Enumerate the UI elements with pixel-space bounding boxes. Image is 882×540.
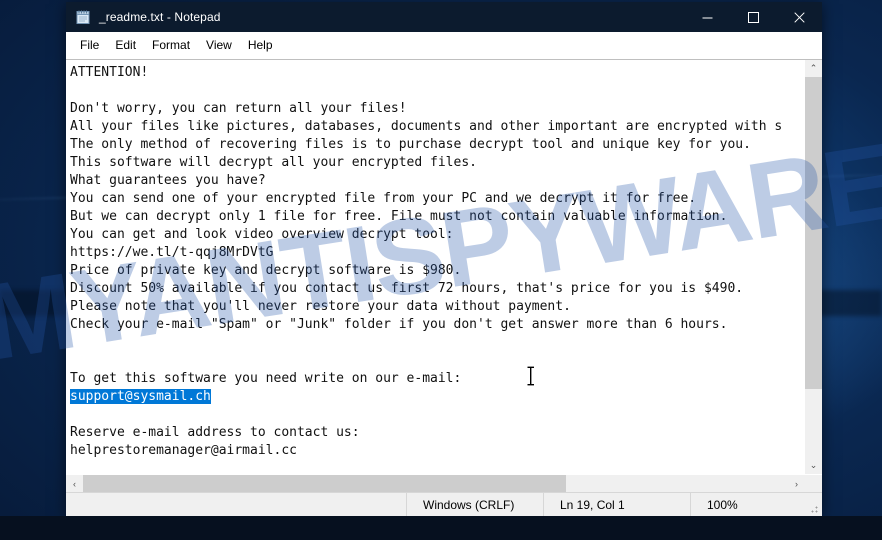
text-line: To get this software you need write on o… xyxy=(70,371,462,386)
scrollbar-corner xyxy=(805,475,822,492)
scroll-left-button[interactable]: ‹ xyxy=(66,475,83,492)
vertical-scrollbar[interactable]: ⌃ ⌄ xyxy=(804,60,822,474)
menu-item-help[interactable]: Help xyxy=(240,35,281,55)
text-line: Check your e-mail "Spam" or "Junk" folde… xyxy=(70,317,728,332)
status-spacer xyxy=(66,493,407,516)
text-line: Don't worry, you can return all your fil… xyxy=(70,101,407,116)
resize-grip[interactable] xyxy=(803,493,822,516)
text-line: Price of private key and decrypt softwar… xyxy=(70,263,462,278)
taskbar xyxy=(0,516,882,540)
text-line: helprestoremanager@airmail.cc xyxy=(70,443,297,458)
text-line: All your files like pictures, databases,… xyxy=(70,119,783,134)
text-line: Please note that you'll never restore yo… xyxy=(70,299,571,314)
horizontal-scrollbar[interactable]: ‹ › xyxy=(66,474,822,492)
vertical-scroll-thumb[interactable] xyxy=(805,77,822,389)
text-line xyxy=(70,406,804,424)
text-line: support@sysmail.ch xyxy=(70,388,804,406)
window-controls xyxy=(684,2,822,32)
window-title: _readme.txt - Notepad xyxy=(99,10,221,24)
menu-item-file[interactable]: File xyxy=(72,35,107,55)
maximize-icon xyxy=(747,11,759,23)
close-button[interactable] xyxy=(776,2,822,32)
text-line: You can send one of your encrypted file … xyxy=(70,191,697,206)
notepad-window: _readme.txt - Notepad File Edit Format V… xyxy=(66,2,822,516)
text-line: This software will decrypt all your encr… xyxy=(70,155,477,170)
scroll-down-button[interactable]: ⌄ xyxy=(805,457,822,474)
horizontal-scroll-thumb[interactable] xyxy=(83,475,566,492)
text-line: But we can decrypt only 1 file for free.… xyxy=(70,209,728,224)
text-line: Discount 50% available if you contact us… xyxy=(70,281,744,296)
text-line xyxy=(70,82,804,100)
selected-text: support@sysmail.ch xyxy=(70,389,211,404)
status-bar: Windows (CRLF) Ln 19, Col 1 100% xyxy=(66,492,822,516)
window-titlebar[interactable]: _readme.txt - Notepad xyxy=(66,2,822,32)
menu-bar: File Edit Format View Help xyxy=(66,32,822,59)
scroll-up-button[interactable]: ⌃ xyxy=(805,60,822,77)
minimize-button[interactable] xyxy=(684,2,730,32)
text-line: Reserve e-mail address to contact us: xyxy=(70,425,360,440)
horizontal-scroll-track[interactable] xyxy=(83,475,788,492)
text-line: ATTENTION! xyxy=(70,65,149,80)
status-encoding: Windows (CRLF) xyxy=(407,493,544,516)
status-cursor-position: Ln 19, Col 1 xyxy=(544,493,691,516)
vertical-scroll-track[interactable] xyxy=(805,77,822,457)
close-icon xyxy=(793,11,805,23)
text-line xyxy=(70,352,804,370)
menu-item-view[interactable]: View xyxy=(198,35,240,55)
text-line: What guarantees you have? xyxy=(70,173,266,188)
notepad-icon xyxy=(75,9,91,25)
menu-item-format[interactable]: Format xyxy=(144,35,198,55)
text-line: https://we.tl/t-qqj8MrDVtG xyxy=(70,245,274,260)
maximize-button[interactable] xyxy=(730,2,776,32)
text-line: You can get and look video overview decr… xyxy=(70,227,454,242)
text-line: The only method of recovering files is t… xyxy=(70,137,751,152)
text-editor[interactable]: ATTENTION! Don't worry, you can return a… xyxy=(66,60,804,474)
scroll-right-button[interactable]: › xyxy=(788,475,805,492)
editor-area: ATTENTION! Don't worry, you can return a… xyxy=(66,59,822,474)
minimize-icon xyxy=(702,17,712,18)
menu-item-edit[interactable]: Edit xyxy=(107,35,144,55)
status-zoom-level: 100% xyxy=(707,497,738,512)
text-line xyxy=(70,334,804,352)
